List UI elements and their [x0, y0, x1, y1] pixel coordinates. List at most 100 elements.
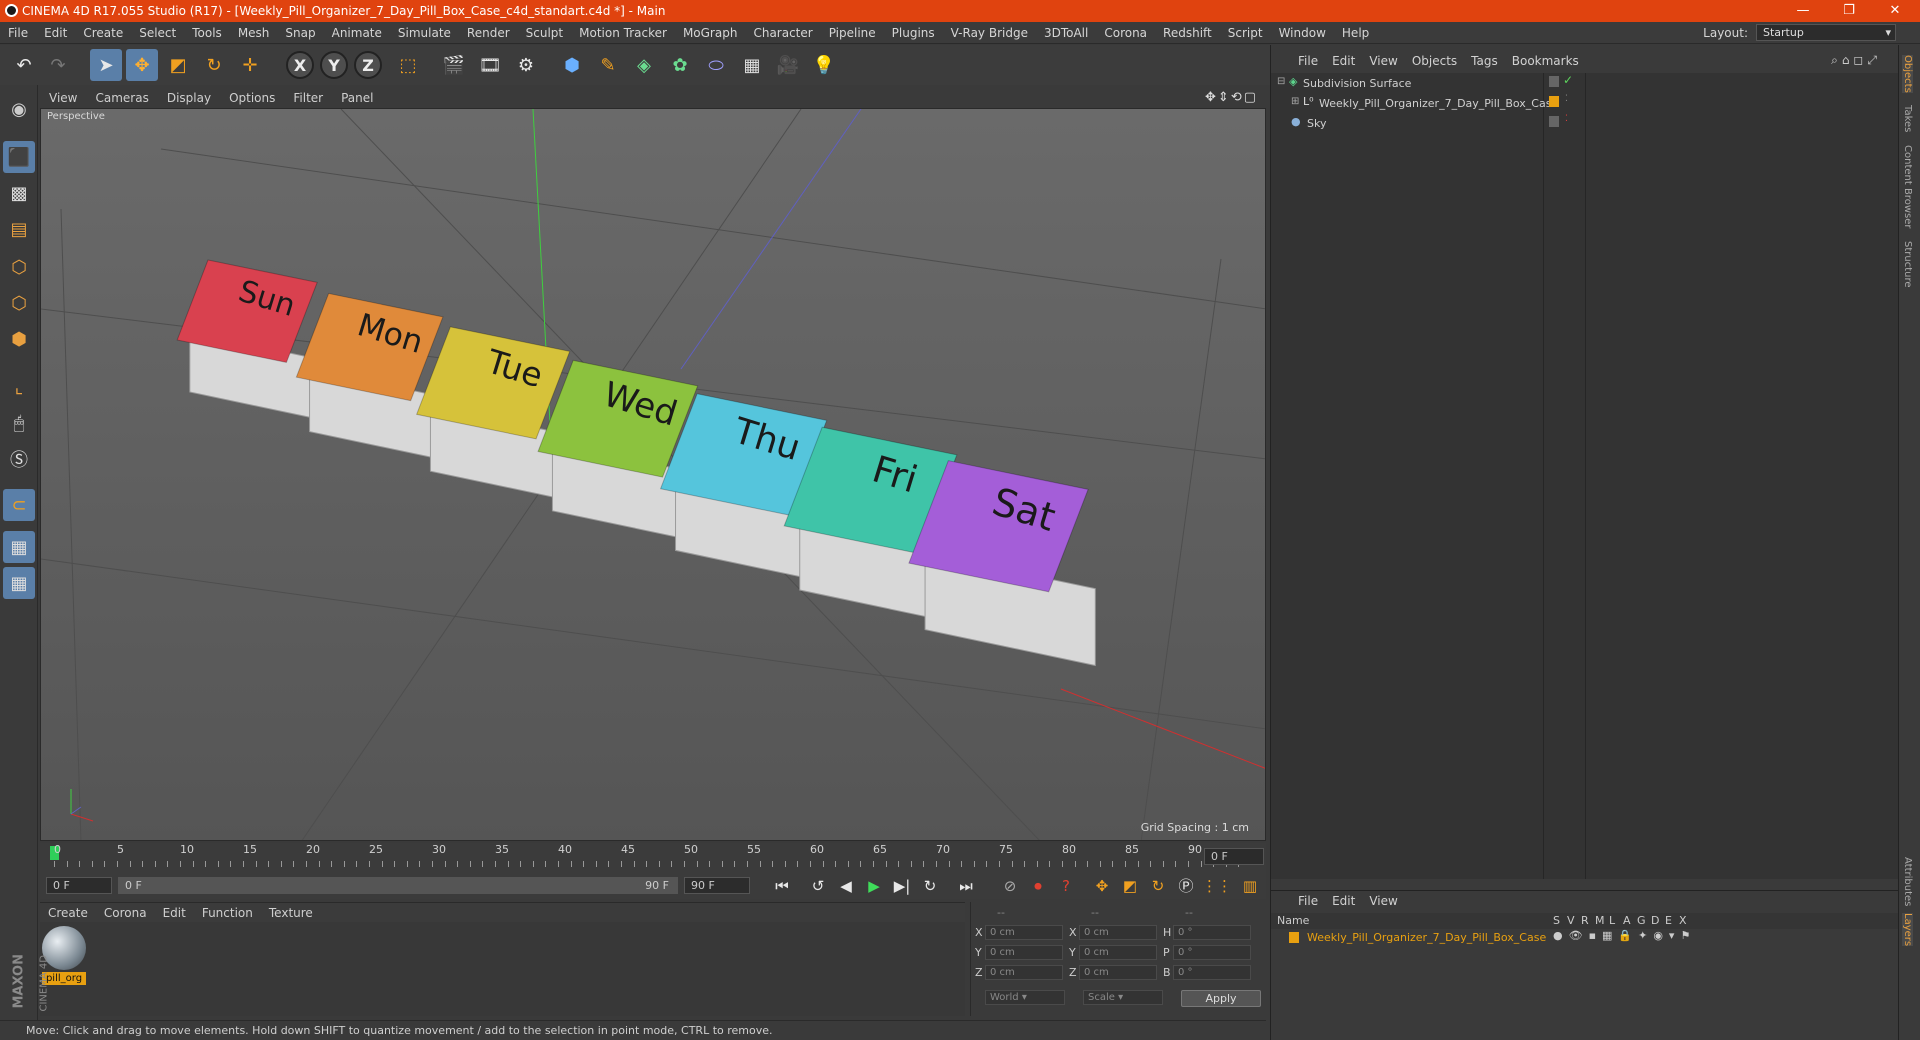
restore-button[interactable]: ❐ — [1826, 0, 1872, 22]
layout-select[interactable]: Startup ▾ — [1756, 24, 1896, 41]
keyframe-selection-icon[interactable]: ? — [1054, 875, 1078, 897]
viewport-menu-panel[interactable]: Panel — [332, 91, 382, 105]
model-mode-icon[interactable]: ⬛ — [3, 141, 35, 173]
viewport[interactable]: Sun Mon Tue Wed Thu Fri Sat Perspective Grid S… — [40, 108, 1266, 841]
layer-row[interactable]: Weekly_Pill_Organizer_7_Day_Pill_Box_Cas… — [1271, 929, 1899, 947]
coord-value-field[interactable]: 0 cm — [1079, 925, 1157, 940]
record-key-icon[interactable]: ⊘ — [998, 875, 1022, 897]
prev-key-icon[interactable]: ↺ — [806, 875, 830, 897]
tab-structure[interactable]: Structure — [1902, 241, 1913, 288]
minimize-button[interactable]: — — [1780, 0, 1826, 22]
scale-tool-icon[interactable]: ◩ — [162, 49, 194, 81]
menu-plugins[interactable]: Plugins — [884, 26, 943, 40]
menu-edit[interactable]: Edit — [36, 26, 75, 40]
deformer-icon[interactable]: ⬭ — [700, 49, 732, 81]
menu-window[interactable]: Window — [1271, 26, 1334, 40]
spline-pen-icon[interactable]: ✎ — [592, 49, 624, 81]
viewport-menu-display[interactable]: Display — [158, 91, 220, 105]
coord-value-field[interactable]: 0 cm — [1079, 965, 1157, 980]
object-menu-bookmarks[interactable]: Bookmarks — [1505, 54, 1586, 68]
material-menu-corona[interactable]: Corona — [96, 906, 155, 920]
autokey-icon[interactable]: ⏺ — [1026, 875, 1050, 897]
menu-sculpt[interactable]: Sculpt — [518, 26, 571, 40]
menu-mograph[interactable]: MoGraph — [675, 26, 746, 40]
menu-render[interactable]: Render — [459, 26, 518, 40]
layer-menu-file[interactable]: File — [1291, 894, 1325, 908]
cube-primitive-icon[interactable]: ⬢ — [556, 49, 588, 81]
redo-icon[interactable]: ↷ — [42, 49, 74, 81]
start-frame-field[interactable]: 0 F — [46, 877, 112, 894]
layer-toggle-icons[interactable]: ●👁▪▦🔒✦◉▾⚑ — [1553, 929, 1696, 942]
render-view-icon[interactable]: 🎬 — [438, 49, 470, 81]
cloner-icon[interactable]: ✿ — [664, 49, 696, 81]
world-select[interactable]: World ▾ — [985, 990, 1065, 1005]
material-menu-function[interactable]: Function — [194, 906, 261, 920]
render-settings-icon[interactable]: ⚙ — [510, 49, 542, 81]
key-parameter-icon[interactable]: Ⓟ — [1174, 875, 1198, 897]
select-tool-icon[interactable]: ➤ — [90, 49, 122, 81]
workplane-mode-icon[interactable]: ▤ — [3, 213, 35, 245]
magnet-icon[interactable]: ⊂ — [3, 489, 35, 521]
menu-character[interactable]: Character — [745, 26, 820, 40]
menu-redshift[interactable]: Redshift — [1155, 26, 1220, 40]
menu-3dtoall[interactable]: 3DToAll — [1036, 26, 1096, 40]
snap-icon[interactable]: Ⓢ — [3, 443, 35, 475]
object-menu-tags[interactable]: Tags — [1464, 54, 1505, 68]
coord-value-field[interactable]: 0 ° — [1173, 965, 1251, 980]
prev-frame-icon[interactable]: ◀ — [834, 875, 858, 897]
y-axis-lock-icon[interactable]: Y — [320, 51, 348, 79]
axis-mode-icon[interactable]: ⌞ — [3, 371, 35, 403]
go-to-start-icon[interactable]: ⏮ — [770, 875, 794, 897]
key-scale-icon[interactable]: ◩ — [1118, 875, 1142, 897]
points-mode-icon[interactable]: ⬡ — [3, 251, 35, 283]
menu-create[interactable]: Create — [75, 26, 131, 40]
viewport-menu-filter[interactable]: Filter — [284, 91, 332, 105]
coord-value-field[interactable]: 0 cm — [985, 965, 1063, 980]
object-menu-edit[interactable]: Edit — [1325, 54, 1362, 68]
undo-icon[interactable]: ↶ — [8, 49, 40, 81]
light-icon[interactable]: 💡 — [808, 49, 840, 81]
menu-mesh[interactable]: Mesh — [230, 26, 278, 40]
camera-icon[interactable]: 🎥 — [772, 49, 804, 81]
visibility-dots-icon[interactable]: ⁚ — [1565, 114, 1568, 124]
move-tool-icon[interactable]: ✥ — [126, 49, 158, 81]
viewport-menu-options[interactable]: Options — [220, 91, 284, 105]
planar-workplane-icon[interactable]: ▦ — [3, 567, 35, 599]
make-editable-icon[interactable]: ◉ — [3, 93, 35, 125]
polygons-mode-icon[interactable]: ⬢ — [3, 323, 35, 355]
key-pla-icon[interactable]: ⋮⋮ — [1202, 875, 1232, 897]
render-picture-viewer-icon[interactable]: 🎞 — [474, 49, 506, 81]
menu-pipeline[interactable]: Pipeline — [821, 26, 884, 40]
coord-value-field[interactable]: 0 cm — [985, 925, 1063, 940]
texture-mode-icon[interactable]: ▩ — [3, 177, 35, 209]
object-manager-search-icons[interactable]: ⌕⌂◻⤢ — [1831, 53, 1881, 68]
timeline-window-icon[interactable]: ▥ — [1238, 875, 1262, 897]
coord-value-field[interactable]: 0 cm — [1079, 945, 1157, 960]
visibility-dots-icon[interactable]: ⁚ — [1565, 94, 1568, 104]
menu-select[interactable]: Select — [131, 26, 184, 40]
menu-tools[interactable]: Tools — [184, 26, 230, 40]
enabled-check-icon[interactable]: ✓ — [1563, 73, 1573, 87]
menu-v-ray-bridge[interactable]: V-Ray Bridge — [943, 26, 1036, 40]
tab-attributes[interactable]: Attributes — [1902, 857, 1913, 906]
menu-motion-tracker[interactable]: Motion Tracker — [571, 26, 675, 40]
object-row-subdivision[interactable]: ⊟ ◈ Subdivision Surface ✓ — [1271, 73, 1899, 93]
menu-corona[interactable]: Corona — [1096, 26, 1155, 40]
object-menu-view[interactable]: View — [1362, 54, 1404, 68]
layer-menu-edit[interactable]: Edit — [1325, 894, 1362, 908]
apply-button[interactable]: Apply — [1181, 990, 1261, 1007]
tweak-mode-icon[interactable]: 🖱 — [3, 407, 35, 439]
object-row-pillbox[interactable]: ⊞ L⁰ Weekly_Pill_Organizer_7_Day_Pill_Bo… — [1271, 93, 1899, 113]
end-frame-field[interactable]: 90 F — [684, 877, 750, 894]
tab-layers[interactable]: Layers — [1902, 913, 1913, 947]
z-axis-lock-icon[interactable]: Z — [354, 51, 382, 79]
object-menu-file[interactable]: File — [1291, 54, 1325, 68]
current-frame-field[interactable]: 0 F — [1204, 848, 1264, 865]
menu-help[interactable]: Help — [1334, 26, 1377, 40]
tab-content-browser[interactable]: Content Browser — [1902, 145, 1913, 228]
timeline[interactable]: 0 5 10 15 20 25 30 35 40 45 50 55 60 65 70 75 80 85 90 0 F — [40, 843, 1266, 873]
go-to-end-icon[interactable]: ⏭ — [954, 875, 978, 897]
coord-value-field[interactable]: 0 ° — [1173, 945, 1251, 960]
scale-select[interactable]: Scale ▾ — [1083, 990, 1163, 1005]
object-menu-objects[interactable]: Objects — [1405, 54, 1464, 68]
